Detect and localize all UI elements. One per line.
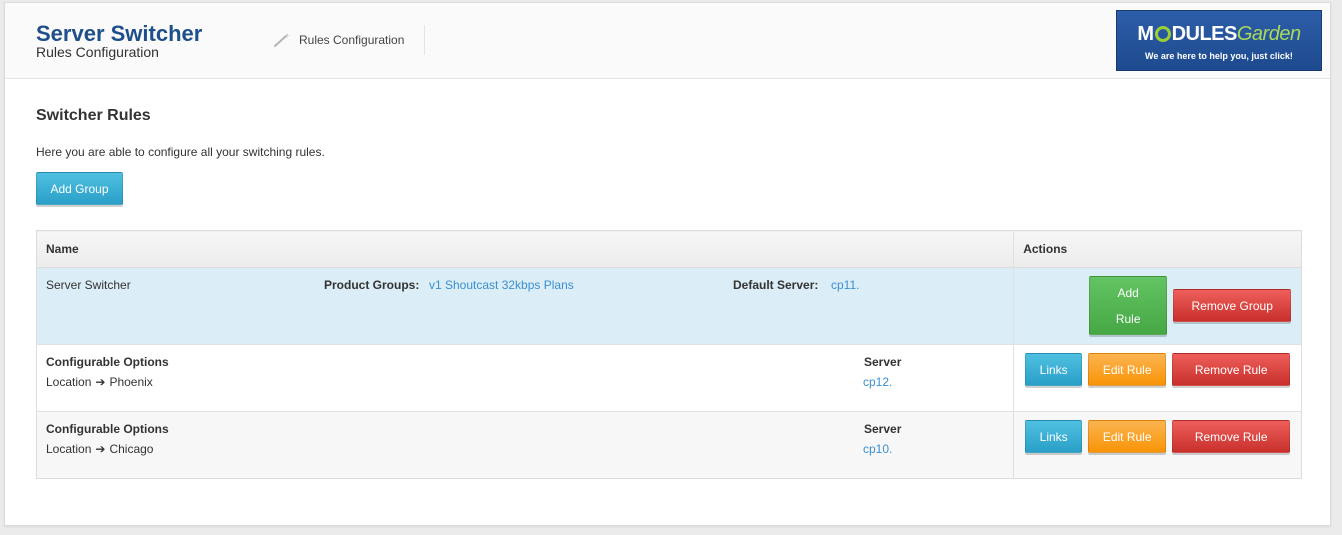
rule-detail: Location ➔ Chicago [46,442,154,456]
remove-rule-button[interactable]: Remove Rule [1172,420,1291,453]
default-server-link[interactable]: cp11. [831,278,859,292]
logo-brand: M DULESGarden [1137,23,1301,45]
table-header-row: Name Actions [36,230,1302,268]
magic-wand-icon [273,33,291,47]
header-bar: Server Switcher Rules Configuration Rule… [5,3,1330,79]
header-actions: Actions [1013,230,1302,268]
main-content: Switcher Rules Here you are able to conf… [36,107,1302,479]
add-rule-button[interactable]: Add Rule [1089,276,1168,335]
server-link[interactable]: cp10. [863,442,892,456]
edit-rule-button[interactable]: Edit Rule [1088,353,1167,386]
breadcrumb[interactable]: Rules Configuration [273,25,426,55]
group-name: Server Switcher [46,278,131,292]
group-row: Server Switcher Product Groups: v1 Shout… [36,267,1302,345]
table-row: Configurable Options Location ➔ Chicago … [36,411,1302,479]
server-label: Server [864,355,902,369]
section-title: Switcher Rules [36,107,151,124]
rule-title: Configurable Options [46,355,169,369]
default-server-label: Default Server: [733,278,819,292]
app-subtitle: Rules Configuration [36,44,159,60]
rule-detail: Location ➔ Phoenix [46,375,153,389]
links-button[interactable]: Links [1025,353,1083,386]
remove-rule-button[interactable]: Remove Rule [1172,353,1291,386]
logo-tagline: We are here to help you, just click! [1145,51,1293,61]
links-button[interactable]: Links [1025,420,1083,453]
modulesgarden-logo[interactable]: M DULESGarden We are here to help you, ju… [1116,10,1322,71]
table-row: Configurable Options Location ➔ Phoenix … [36,344,1302,412]
logo-globe-icon [1154,26,1171,42]
app-window: Server Switcher Rules Configuration Rule… [4,2,1331,526]
breadcrumb-label: Rules Configuration [299,33,405,47]
server-link[interactable]: cp12. [863,375,892,389]
edit-rule-button[interactable]: Edit Rule [1088,420,1167,453]
rules-table: Name Actions Server Switcher Product Gro… [36,230,1302,479]
product-groups-label: Product Groups: [324,278,420,292]
arrow-right-icon: ➔ [95,442,106,456]
intro-text: Here you are able to configure all your … [36,145,325,159]
product-groups-link[interactable]: v1 Shoutcast 32kbps Plans [429,278,574,292]
arrow-right-icon: ➔ [95,375,106,389]
server-label: Server [864,422,902,436]
add-group-button[interactable]: Add Group [36,172,123,205]
remove-group-button[interactable]: Remove Group [1173,289,1292,322]
rule-title: Configurable Options [46,422,169,436]
header-name: Name [36,230,1015,268]
